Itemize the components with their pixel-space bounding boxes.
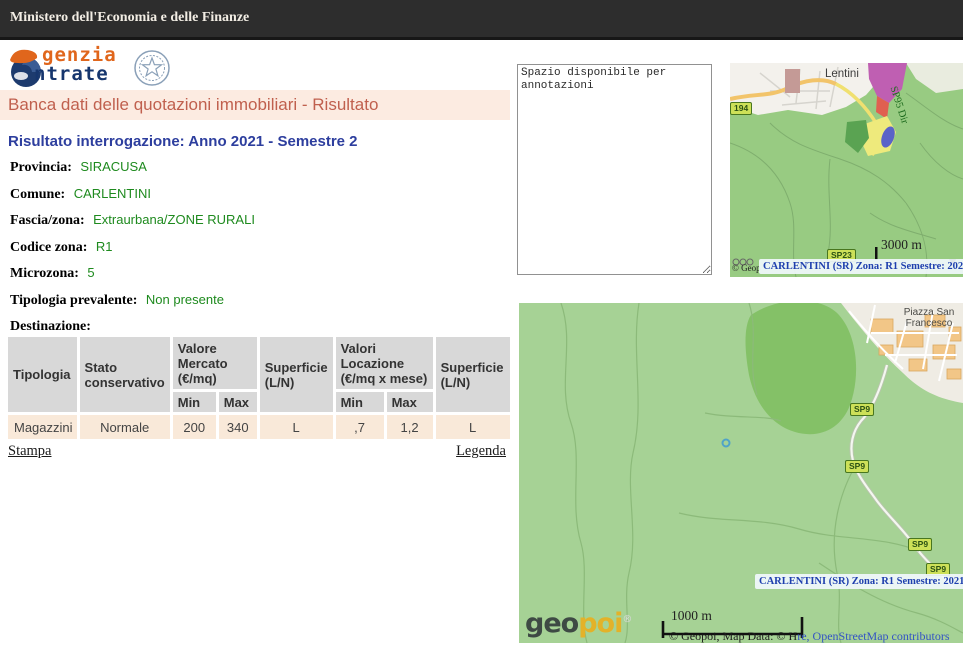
ministry-header-bar: Ministero dell'Economia e delle Finanze (0, 0, 963, 40)
logo-wordmark: genzia ntrate (42, 46, 117, 84)
field-label: Tipologia prevalente: (10, 293, 137, 308)
col-header-tipologia: Tipologia (8, 337, 77, 412)
field-microzona: Microzona: 5 (10, 260, 510, 287)
cell-vm-min: 200 (173, 415, 216, 439)
osm-attribution-link[interactable]: re, OpenStreetMap contributors (797, 629, 949, 643)
field-value: R1 (92, 239, 113, 254)
field-label: Microzona: (10, 266, 79, 281)
zone-map-canvas (519, 303, 963, 643)
cell-superficie-2: L (436, 415, 510, 439)
copyright-label: © Geop (732, 263, 761, 273)
road-badge-194: 194 (730, 102, 752, 115)
field-provincia: Provincia: SIRACUSA (10, 154, 510, 181)
result-heading: Risultato interrogazione: Anno 2021 - Se… (8, 133, 358, 150)
cell-vl-min: ,7 (336, 415, 384, 439)
cell-vm-max: 340 (219, 415, 257, 439)
road-badge-sp9-2: SP9 (845, 460, 869, 473)
geopoi-logo-poi: poi (578, 608, 622, 639)
col-header-stato: Stato conservativo (80, 337, 170, 412)
field-fascia-zona: Fascia/zona: Extraurbana/ZONE RURALI (10, 207, 510, 234)
page-title: Banca dati delle quotazioni immobiliari … (8, 95, 378, 114)
agenzia-entrate-logo[interactable]: genzia ntrate (8, 46, 178, 90)
col-header-valore-mercato: Valore Mercato (€/mq) (173, 337, 257, 389)
field-label: Comune: (10, 187, 65, 202)
result-fields: Provincia: SIRACUSA Comune: CARLENTINI F… (10, 154, 510, 340)
town-label: Lentini (825, 68, 859, 80)
col-header-vl-min: Min (336, 392, 384, 412)
cell-tipologia: Magazzini (8, 415, 77, 439)
field-value: Extraurbana/ZONE RURALI (89, 212, 255, 227)
table-row: Magazzini Normale 200 340 L ,7 1,2 L (8, 415, 510, 439)
cell-stato: Normale (80, 415, 170, 439)
col-header-superficie-2: Superficie (L/N) (436, 337, 510, 412)
overview-map-canvas (730, 63, 963, 277)
scale-label: 3000 m (881, 237, 922, 253)
field-codice-zona: Codice zona: R1 (10, 234, 510, 261)
field-value: Non presente (142, 292, 224, 307)
field-value: SIRACUSA (76, 159, 146, 174)
col-header-superficie-1: Superficie (L/N) (260, 337, 333, 412)
map-caption: CARLENTINI (SR) Zona: R1 Semestre: 20212 (755, 574, 963, 589)
field-value: 5 (83, 265, 94, 280)
field-value (91, 318, 95, 333)
registered-mark-icon: ® (622, 614, 632, 625)
attribution-text: © Geopoi, Map Data: © H (669, 629, 797, 643)
zone-map[interactable]: Piazza San Francesco SP9 SP9 SP9 SP9 CAR… (519, 303, 963, 643)
scale-label: 1000 m (671, 608, 712, 624)
ministry-title: Ministero dell'Economia e delle Finanze (10, 10, 249, 26)
annotations-textarea[interactable]: Spazio disponibile per annotazioni (517, 64, 712, 275)
col-header-valori-locazione: Valori Locazione (€/mq x mese) (336, 337, 433, 389)
geopoi-logo: geopoi® (525, 606, 632, 637)
overview-map[interactable]: Lentini 194 SP23 SP95 Dir 3000 m © Geop … (730, 63, 963, 277)
stampa-link[interactable]: Stampa (8, 443, 52, 460)
col-header-vm-min: Min (173, 392, 216, 412)
cell-vl-max: 1,2 (387, 415, 433, 439)
place-label: Piazza San Francesco (897, 307, 961, 329)
road-badge-sp9-1: SP9 (850, 403, 874, 416)
field-label: Provincia: (10, 160, 72, 175)
page-title-banner: Banca dati delle quotazioni immobiliari … (0, 90, 510, 120)
field-label: Codice zona: (10, 240, 87, 255)
field-value: CARLENTINI (70, 186, 151, 201)
geopoi-logo-geo: geo (525, 608, 578, 639)
logo-line2: ntrate (34, 65, 117, 84)
cell-superficie-1: L (260, 415, 333, 439)
map-caption: CARLENTINI (SR) Zona: R1 Semestre: 20212 (759, 259, 963, 274)
road-badge-sp9-3: SP9 (908, 538, 932, 551)
col-header-vl-max: Max (387, 392, 433, 412)
quotations-table: Tipologia Stato conservativo Valore Merc… (5, 334, 513, 442)
italy-emblem-icon (132, 48, 172, 88)
field-tipologia-prevalente: Tipologia prevalente: Non presente (10, 287, 510, 314)
map-attribution: © Geopoi, Map Data: © Hre, OpenStreetMap… (669, 629, 950, 643)
page: Ministero dell'Economia e delle Finanze … (0, 0, 963, 650)
field-label: Destinazione: (10, 319, 91, 334)
col-header-vm-max: Max (219, 392, 257, 412)
field-label: Fascia/zona: (10, 213, 85, 228)
field-comune: Comune: CARLENTINI (10, 181, 510, 208)
legenda-link[interactable]: Legenda (456, 443, 506, 460)
links-row: Stampa Legenda (8, 443, 506, 460)
